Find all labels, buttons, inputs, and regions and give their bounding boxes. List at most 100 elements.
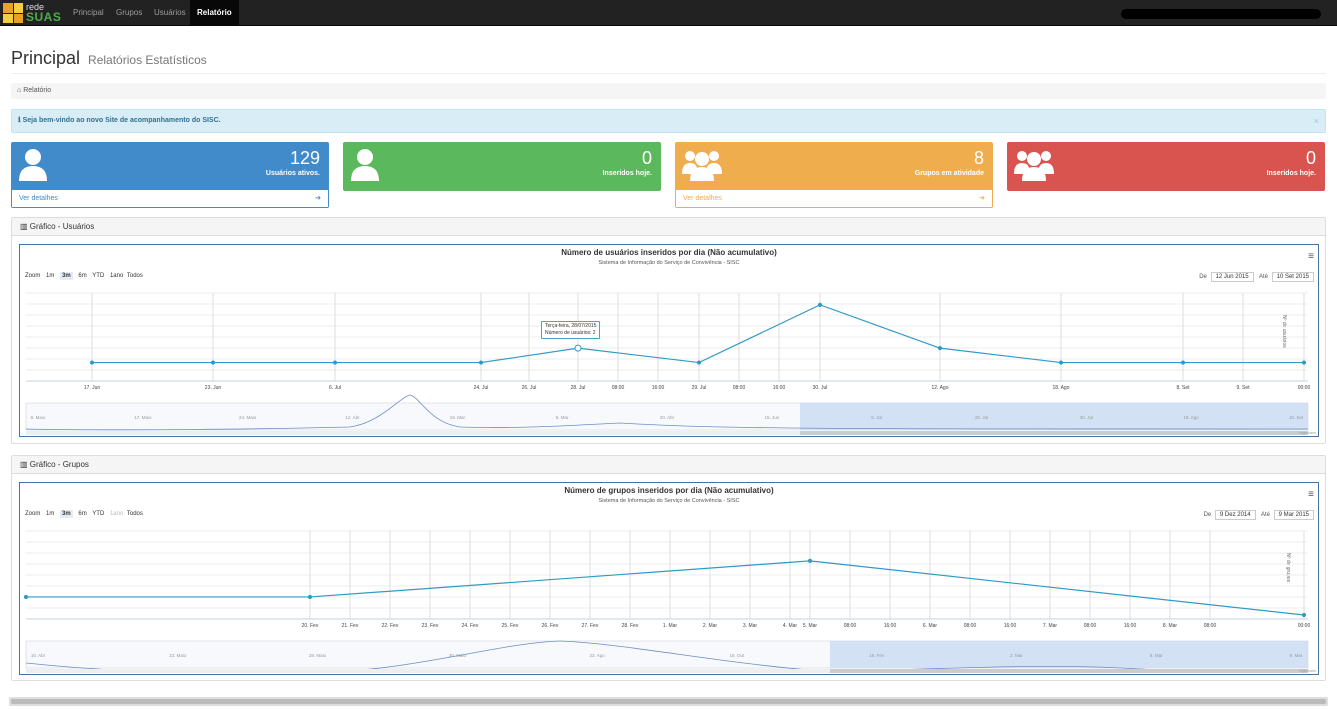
breadcrumb-label: Relatório	[23, 87, 52, 94]
navigator-scrollbar-thumb	[830, 669, 1308, 673]
data-point	[210, 360, 216, 365]
data-point	[1301, 612, 1307, 618]
range-to-input[interactable]: 9 Mar 2015	[1273, 510, 1314, 520]
data-point	[478, 360, 484, 365]
navigator-label: 12. Abr	[345, 415, 360, 420]
navigator-label: 20. Jul	[975, 415, 988, 420]
panel-heading-label: Gráfico - Grupos	[29, 460, 89, 469]
zoom-todos-button[interactable]: Todos	[127, 273, 143, 279]
x-tick-label: 24. Jul	[474, 385, 489, 391]
hamburger-menu-icon[interactable]: ≡	[1308, 489, 1314, 500]
nav-item-principal[interactable]: Principal	[66, 0, 111, 26]
arrow-circle-right-icon: ➔	[315, 195, 321, 202]
nav-item-grupos[interactable]: Grupos	[109, 0, 149, 26]
close-icon[interactable]: ×	[1314, 110, 1319, 132]
x-tick-label: 26. Fev	[542, 623, 559, 629]
view-details-label: Ver detalhes	[19, 195, 58, 202]
zoom-label: Zoom	[25, 273, 41, 279]
zoom-3m-button[interactable]: 3m	[60, 510, 73, 518]
highcharts-credit: Highcharts	[1299, 669, 1316, 673]
x-tick-label: 9. Set	[1236, 385, 1250, 391]
x-tick-label: 21. Fev	[342, 623, 359, 629]
nav-item-usuarios[interactable]: Usuários	[147, 0, 193, 26]
view-details-link[interactable]: Ver detalhes ➔	[12, 190, 328, 207]
nav-item-relatorio[interactable]: Relatório	[190, 0, 239, 26]
zoom-1ano-button[interactable]: 1ano	[110, 511, 123, 517]
range-from-input[interactable]: 9 Dez 2014	[1214, 510, 1256, 520]
zoom-1ano-button[interactable]: 1ano	[110, 273, 123, 279]
navigator-label: 9. Mar	[1290, 653, 1303, 658]
navigator-label: 19. Mar	[450, 415, 466, 420]
stat-number: 8	[973, 148, 984, 168]
groups-chart: Número de grupos inseridos por dia (Não …	[19, 482, 1319, 675]
zoom-6m-button[interactable]: 6m	[78, 511, 86, 517]
groups-line-chart[interactable]: 20. Fev 21. Fev 22. Fev 23. Fev 24. Fev 25. F…	[20, 523, 1318, 673]
bar-chart-icon: ▥	[20, 222, 28, 231]
stat-card-active-groups: 8 Grupos em atividade Ver detalhes ➔	[675, 142, 993, 208]
x-tick-label: 20. Fev	[302, 623, 319, 629]
x-tick-label: 30. Jul	[813, 385, 828, 391]
stat-number: 129	[289, 148, 320, 168]
x-tick-label: 5. Mar	[803, 623, 818, 629]
x-tick-label: 7. Mar	[1043, 623, 1058, 629]
scrollbar-thumb[interactable]	[11, 699, 1326, 704]
navigator-label: 5. Mar	[556, 415, 569, 420]
stat-card-active-users: 129 Usuários ativos. Ver detalhes ➔	[11, 142, 329, 208]
users-group-icon	[682, 151, 722, 181]
x-tick-label: 6. Jul	[329, 385, 341, 391]
users-line-chart[interactable]: 17. Jun 23. Jun 6. Jul 24. Jul 26. Jul 28. Ju…	[20, 285, 1318, 435]
x-tick-label: 08:00	[1204, 623, 1217, 629]
logo-text-bottom: SUAS	[26, 10, 62, 24]
breadcrumb: ⌂ Relatório	[11, 83, 1326, 99]
x-tick-label: 16:00	[773, 385, 786, 391]
x-tick-label: 28. Fev	[622, 623, 639, 629]
series-line	[92, 304, 1304, 364]
navigator-label: 16. Fev	[869, 653, 885, 658]
alert-message: Seja bem-vindo ao novo Site de acompanha…	[22, 117, 221, 124]
x-tick-label: 29. Jul	[692, 385, 707, 391]
x-tick-label: 16:00	[884, 623, 897, 629]
zoom-1m-button[interactable]: 1m	[46, 511, 54, 517]
chart-subtitle: Sistema de Informação do Serviço de Conv…	[598, 498, 740, 504]
top-navbar: rede SUAS Principal Grupos Usuários Rela…	[0, 0, 1337, 26]
x-tick-label: 16:00	[1124, 623, 1137, 629]
x-tick-label: 25. Fev	[502, 623, 519, 629]
x-tick-label: 08:00	[964, 623, 977, 629]
stat-number: 0	[1305, 148, 1316, 168]
tooltip-value: Número de usuários: 2	[545, 330, 596, 336]
view-details-link[interactable]: Ver detalhes ➔	[676, 190, 992, 207]
zoom-3m-button[interactable]: 3m	[60, 272, 73, 280]
zoom-selector: Zoom 1m 3m 6m YTD 1ano Todos	[25, 272, 147, 280]
x-tick-label: 24. Fev	[462, 623, 479, 629]
x-tick-label: 3. Mar	[743, 623, 758, 629]
zoom-ytd-button[interactable]: YTD	[92, 273, 104, 279]
groups-chart-panel: ▥ Gráfico - Grupos Número de grupos inse…	[11, 455, 1326, 681]
hamburger-menu-icon[interactable]: ≡	[1308, 251, 1314, 262]
x-tick-label: 16:00	[652, 385, 665, 391]
navigator-label: 22. Ago	[589, 653, 605, 658]
page-horizontal-scrollbar[interactable]	[9, 697, 1328, 706]
page-title: Principal Relatórios Estatísticos	[11, 48, 207, 69]
x-tick-label: 4. Mar	[783, 623, 798, 629]
rede-suas-logo[interactable]: rede SUAS	[3, 3, 61, 23]
zoom-ytd-button[interactable]: YTD	[92, 511, 104, 517]
zoom-6m-button[interactable]: 6m	[78, 273, 86, 279]
user-icon	[19, 149, 47, 181]
stat-label: Grupos em atividade	[914, 170, 984, 177]
navigator-label: 18. Ago	[1184, 415, 1200, 420]
panel-heading-label: Gráfico - Usuários	[29, 222, 95, 231]
zoom-todos-button[interactable]: Todos	[127, 511, 143, 517]
navigator-label: 24. Maio	[239, 415, 257, 420]
range-from-input[interactable]: 12 Jun 2015	[1210, 272, 1254, 282]
range-to-input[interactable]: 10 Set 2015	[1271, 272, 1314, 282]
navigator-selection	[830, 641, 1308, 668]
user-menu-redacted[interactable]	[1121, 9, 1321, 19]
range-to-label: Até	[1258, 274, 1268, 280]
title-divider	[11, 73, 1326, 74]
navigator-label: 10. Abr	[31, 653, 46, 658]
navigator-scrollbar-thumb	[800, 431, 1308, 435]
chart-title: Número de usuários inseridos por dia (Nã…	[561, 248, 777, 257]
chart-tooltip: Terça-feira, 28/07/2015 Número de usuári…	[541, 321, 601, 339]
zoom-1m-button[interactable]: 1m	[46, 273, 54, 279]
x-tick-label: 22. Fev	[382, 623, 399, 629]
